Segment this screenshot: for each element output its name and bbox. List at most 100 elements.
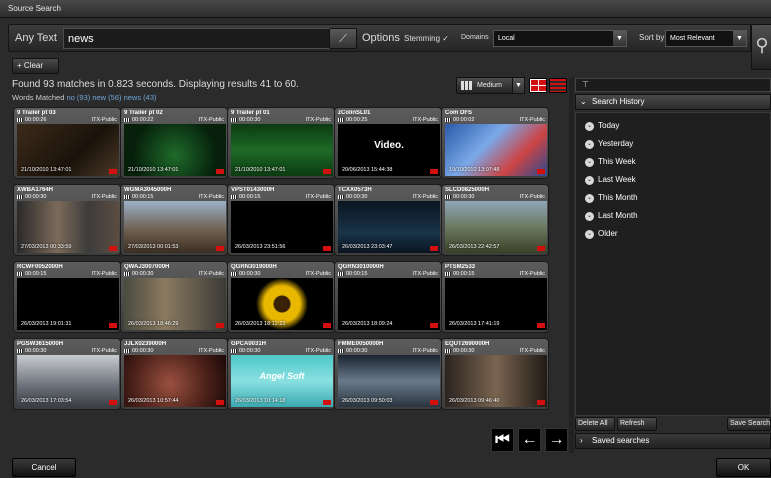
cancel-button[interactable]: Cancel [12, 458, 76, 477]
list-view-button[interactable] [549, 78, 567, 93]
clip-duration: 00:00:15 [346, 271, 368, 277]
wand-icon: ⟋ [339, 33, 347, 45]
first-page-button[interactable]: ⏮ [491, 428, 514, 452]
save-search-button[interactable]: Save Search [727, 417, 771, 431]
clip-duration: 00:00:30 [453, 194, 475, 200]
clip-preview: 26/03/2013 17:03:54 [17, 355, 119, 407]
clip-duration: 00:00:30 [346, 194, 368, 200]
window-title: Source Search [0, 0, 771, 18]
result-thumbnail[interactable]: QGRN3010000H 00:00:15 ITX-Public 26/03/2013… [334, 261, 442, 333]
clip-duration: 00:00:15 [132, 194, 154, 200]
search-button[interactable]: ⚲ [751, 24, 771, 70]
history-item-this-week[interactable]: ⌄ This Week [585, 157, 636, 167]
result-thumbnail[interactable]: Com DFS 00:00:02 ITX-Public 19/10/2010 13:0… [441, 107, 549, 179]
search-history-header[interactable]: ⌄ Search History [575, 94, 771, 110]
result-thumbnail[interactable]: SLCD0825000H 00:00:30 ITX-Public 26/03/2013… [441, 184, 549, 256]
history-item-yesterday[interactable]: ⌄ Yesterday [585, 139, 633, 149]
filmstrip-icon [231, 349, 237, 353]
status-flag-icon [323, 323, 331, 328]
filmstrip-icon [17, 195, 23, 199]
clip-visibility: ITX-Public [412, 194, 438, 200]
pane-splitter[interactable] [569, 78, 574, 453]
chevron-right-icon: › [580, 436, 583, 445]
sort-select[interactable]: Most Relevant ▼ [665, 30, 747, 47]
filmstrip-icon [445, 272, 451, 276]
status-flag-icon [323, 169, 331, 174]
results-summary: Found 93 matches in 0.823 seconds. Displ… [12, 79, 299, 90]
search-tool-button[interactable]: ⟋ [329, 28, 357, 49]
chevron-down-icon[interactable]: ▼ [512, 77, 525, 94]
clip-timestamp: 27/03/2013 00:01:53 [128, 244, 179, 250]
status-flag-icon [430, 169, 438, 174]
domains-select[interactable]: Local ▼ [493, 30, 627, 47]
clip-timestamp: 26/03/2013 18:12:23 [235, 321, 286, 327]
history-item-this-month[interactable]: ⌄ This Month [585, 193, 638, 203]
status-flag-icon [216, 400, 224, 405]
result-thumbnail[interactable]: QGRN3019000H 00:00:30 ITX-Public 26/03/2013… [227, 261, 335, 333]
history-item-last-week[interactable]: ⌄ Last Week [585, 175, 636, 185]
words-matched-links[interactable]: no (93) new (56) news (43) [66, 93, 156, 102]
result-thumbnail[interactable]: zColinSL01 00:00:25 ITX-Public Video. 20/06/… [334, 107, 442, 179]
result-thumbnail[interactable]: JJLX0239000H 00:00:30 ITX-Public 26/03/2013… [120, 338, 228, 410]
clip-name: WGMA3045000H [124, 187, 172, 193]
result-thumbnail[interactable]: 9 Trailer pt 01 00:00:30 ITX-Public 21/10/2… [227, 107, 335, 179]
result-thumbnail[interactable]: QWAJ3007000H 00:00:30 ITX-Public 26/03/2013… [120, 261, 228, 333]
grid-view-button[interactable] [529, 78, 547, 93]
result-thumbnail[interactable]: TCXX0573H 00:00:30 ITX-Public 26/03/2013 23… [334, 184, 442, 256]
stemming-checkbox[interactable]: Stemming ✓ [404, 34, 449, 43]
delete-all-button[interactable]: Delete All [575, 417, 615, 431]
clip-visibility: ITX-Public [91, 194, 117, 200]
filmstrip-icon [445, 118, 451, 122]
clip-duration: 00:00:30 [132, 348, 154, 354]
clip-duration: 00:00:30 [239, 271, 261, 277]
clip-duration: 00:00:30 [239, 117, 261, 123]
search-input[interactable] [63, 28, 333, 49]
clip-duration: 00:00:15 [239, 194, 261, 200]
clip-visibility: ITX-Public [305, 117, 331, 123]
refresh-button[interactable]: Refresh [617, 417, 657, 431]
clip-timestamp: 26/03/2013 17:03:54 [21, 398, 72, 404]
status-flag-icon [537, 246, 545, 251]
ok-button[interactable]: OK [716, 458, 771, 477]
clip-timestamp: 26/03/2013 23:51:56 [235, 244, 286, 250]
clip-duration: 00:00:15 [453, 271, 475, 277]
result-thumbnail[interactable]: 9 Trailer pt 02 00:00:22 ITX-Public 21/10/2… [120, 107, 228, 179]
clip-visibility: ITX-Public [91, 117, 117, 123]
result-thumbnail[interactable]: 9 Trailer pt 03 00:00:26 ITX-Public 21/10/2… [13, 107, 121, 179]
sort-by-label: Sort by [639, 33, 665, 42]
clip-duration: 00:00:22 [132, 117, 154, 123]
clip-preview: 21/10/2010 13:47:01 [231, 124, 333, 176]
previous-page-button[interactable]: ← [518, 428, 541, 452]
result-thumbnail[interactable]: VPST0143000H 00:00:15 ITX-Public 26/03/2013… [227, 184, 335, 256]
result-thumbnail[interactable]: PTSM2533 00:00:15 ITX-Public 26/03/2013 17:… [441, 261, 549, 333]
saved-searches-header[interactable]: › Saved searches [575, 433, 771, 449]
clip-visibility: ITX-Public [519, 194, 545, 200]
clip-visibility: ITX-Public [305, 348, 331, 354]
status-flag-icon [537, 323, 545, 328]
result-thumbnail[interactable]: PGSW3615000H 00:00:30 ITX-Public 26/03/2013… [13, 338, 121, 410]
clear-button[interactable]: + Clear [12, 58, 59, 74]
clip-name: FMME0050000H [338, 341, 384, 347]
history-item-older[interactable]: ⌄ Older [585, 229, 618, 239]
preview-caption: Video. [374, 140, 404, 151]
clip-preview: 19/10/2010 13:07:48 [445, 124, 547, 176]
plus-icon: + [17, 61, 22, 70]
clip-name: QWAJ3007000H [124, 264, 170, 270]
clip-preview: 26/03/2013 18:12:23 [231, 278, 333, 330]
history-item-last-month[interactable]: ⌄ Last Month [585, 211, 638, 221]
clip-name: SLCD0825000H [445, 187, 490, 193]
clip-visibility: ITX-Public [91, 271, 117, 277]
history-item-today[interactable]: ⌄ Today [585, 121, 619, 131]
result-thumbnail[interactable]: RCWF0052000H 00:00:15 ITX-Public 26/03/2013… [13, 261, 121, 333]
next-page-button[interactable]: → [545, 428, 568, 452]
pin-icon[interactable]: ⊤ [575, 78, 771, 92]
result-thumbnail[interactable]: XWBA1764H 00:00:30 ITX-Public 27/03/2013 00… [13, 184, 121, 256]
clip-visibility: ITX-Public [305, 271, 331, 277]
clip-preview: 26/03/2013 18:46:29 [124, 278, 226, 330]
clip-visibility: ITX-Public [198, 117, 224, 123]
result-thumbnail[interactable]: WGMA3045000H 00:00:15 ITX-Public 27/03/2013… [120, 184, 228, 256]
result-thumbnail[interactable]: GPCA0031H 00:00:30 ITX-Public Angel Soft 26/… [227, 338, 335, 410]
result-thumbnail[interactable]: FMME0050000H 00:00:30 ITX-Public 26/03/2013… [334, 338, 442, 410]
status-flag-icon [323, 400, 331, 405]
result-thumbnail[interactable]: EQUT2690000H 00:00:30 ITX-Public 26/03/2013… [441, 338, 549, 410]
